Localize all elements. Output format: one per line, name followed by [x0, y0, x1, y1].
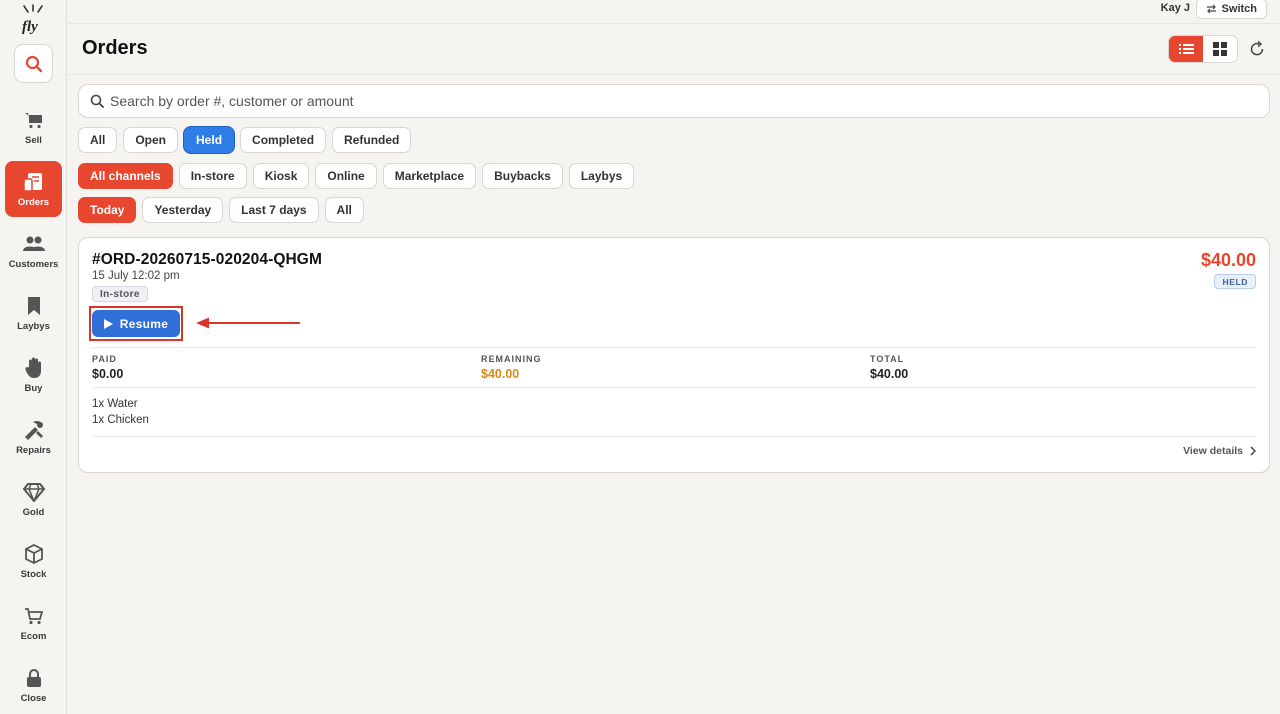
channel-filter-row: All channels In-store Kiosk Online Marke… [78, 163, 635, 189]
sidebar-item-label: Stock [20, 569, 47, 580]
sidebar-item-label: Buy [24, 383, 43, 394]
channel-filter-in-store[interactable]: In-store [178, 163, 247, 189]
sidebar-item-label: Repairs [16, 445, 51, 456]
total-summary: TOTAL $40.00 [870, 354, 908, 381]
channel-filter-laybys[interactable]: Laybys [568, 163, 635, 189]
status-filter-held[interactable]: Held [184, 127, 235, 153]
sidebar-item-label: Laybys [17, 321, 50, 332]
status-filter-all[interactable]: All [78, 127, 118, 153]
paid-value: $0.00 [92, 367, 124, 381]
remaining-label: REMAINING [481, 354, 542, 364]
chevron-right-icon [1250, 446, 1256, 456]
play-icon [103, 318, 113, 329]
date-filter-row: Today Yesterday Last 7 days All [78, 197, 364, 223]
sidebar-item-ecom[interactable]: Ecom [5, 595, 62, 651]
header-divider [68, 74, 1280, 75]
grid-view-button[interactable] [1203, 36, 1237, 62]
search-icon [90, 94, 104, 108]
ecom-cart-icon [23, 605, 45, 627]
channel-filter-kiosk[interactable]: Kiosk [252, 163, 310, 189]
refresh-icon [1250, 41, 1264, 56]
switch-user-button[interactable]: Switch [1195, 0, 1267, 19]
card-divider [92, 347, 1256, 348]
sidebar: fly Sell Orders Customers Laybys Buy Rep… [0, 0, 67, 714]
refresh-button[interactable] [1247, 39, 1267, 59]
order-card[interactable]: #ORD-20260715-020204-QHGM 15 July 12:02 … [78, 237, 1270, 473]
sidebar-item-repairs[interactable]: Repairs [5, 409, 62, 465]
date-filter-today[interactable]: Today [78, 197, 137, 223]
orders-icon [22, 171, 45, 193]
status-filter-refunded[interactable]: Refunded [332, 127, 412, 153]
view-details-label: View details [1183, 445, 1243, 457]
view-details-link[interactable]: View details [1183, 445, 1256, 457]
sidebar-item-label: Sell [25, 135, 42, 146]
sidebar-item-customers[interactable]: Customers [5, 223, 62, 279]
status-filter-row: All Open Held Completed Refunded [78, 127, 412, 153]
hand-icon [23, 357, 45, 379]
sidebar-item-label: Orders [17, 197, 50, 208]
cart-icon [23, 109, 45, 131]
annotation-arrow-icon [196, 317, 300, 329]
tools-icon [23, 419, 45, 441]
channel-filter-marketplace[interactable]: Marketplace [382, 163, 477, 189]
sidebar-item-label: Customers [8, 259, 59, 270]
total-value: $40.00 [870, 367, 909, 381]
paid-label: PAID [92, 354, 117, 364]
sidebar-item-orders[interactable]: Orders [5, 161, 62, 217]
channel-filter-buybacks[interactable]: Buybacks [482, 163, 563, 189]
list-view-button[interactable] [1169, 36, 1203, 62]
fly-logo[interactable]: fly [19, 4, 47, 35]
sidebar-item-close[interactable]: Close [5, 657, 62, 713]
top-bar: Kay J Switch [68, 0, 1280, 24]
sidebar-item-buy[interactable]: Buy [5, 347, 62, 403]
sidebar-item-sell[interactable]: Sell [5, 99, 62, 155]
page-title: Orders [82, 37, 148, 59]
remaining-value: $40.00 [481, 367, 520, 381]
sidebar-item-label: Ecom [20, 631, 47, 642]
date-filter-yesterday[interactable]: Yesterday [142, 197, 224, 223]
sidebar-item-gold[interactable]: Gold [5, 471, 62, 527]
sidebar-item-label: Gold [22, 507, 45, 518]
swap-icon [1206, 4, 1216, 13]
channel-badge: In-store [92, 286, 148, 302]
switch-label: Switch [1221, 2, 1257, 15]
grid-icon [1213, 42, 1227, 56]
global-search-button[interactable] [14, 44, 53, 83]
remaining-summary: REMAINING $40.00 [481, 354, 542, 381]
status-filter-completed[interactable]: Completed [240, 127, 327, 153]
box-icon [23, 543, 45, 565]
total-label: TOTAL [870, 354, 905, 364]
channel-filter-online[interactable]: Online [315, 163, 377, 189]
status-filter-open[interactable]: Open [123, 127, 179, 153]
date-filter-last-7-days[interactable]: Last 7 days [229, 197, 319, 223]
date-filter-all[interactable]: All [324, 197, 364, 223]
svg-text:fly: fly [22, 19, 38, 34]
list-icon [1178, 44, 1194, 54]
bookmark-icon [23, 295, 45, 317]
order-date: 15 July 12:02 pm [92, 270, 180, 282]
customers-icon [22, 233, 45, 255]
sidebar-item-stock[interactable]: Stock [5, 533, 62, 589]
order-search[interactable] [78, 84, 1270, 118]
resume-button[interactable]: Resume [92, 310, 180, 337]
sidebar-item-label: Close [20, 693, 47, 704]
diamond-icon [22, 481, 45, 503]
current-user-name: Kay J [1160, 2, 1190, 14]
sidebar-item-laybys[interactable]: Laybys [5, 285, 62, 341]
list-item: 1x Chicken [92, 414, 149, 426]
list-item: 1x Water [92, 398, 138, 410]
channel-filter-all[interactable]: All channels [78, 163, 173, 189]
lock-icon [23, 667, 45, 689]
order-id: #ORD-20260715-020204-QHGM [92, 251, 322, 268]
order-amount: $40.00 [1200, 250, 1256, 270]
search-input[interactable] [110, 93, 1210, 109]
view-toggle [1168, 35, 1238, 63]
resume-label: Resume [119, 316, 169, 331]
card-divider [92, 436, 1256, 437]
order-items: 1x Water 1x Chicken [92, 396, 149, 428]
search-icon [25, 55, 42, 72]
paid-summary: PAID $0.00 [92, 354, 123, 381]
status-badge: HELD [1214, 274, 1256, 289]
card-divider [92, 387, 1256, 388]
